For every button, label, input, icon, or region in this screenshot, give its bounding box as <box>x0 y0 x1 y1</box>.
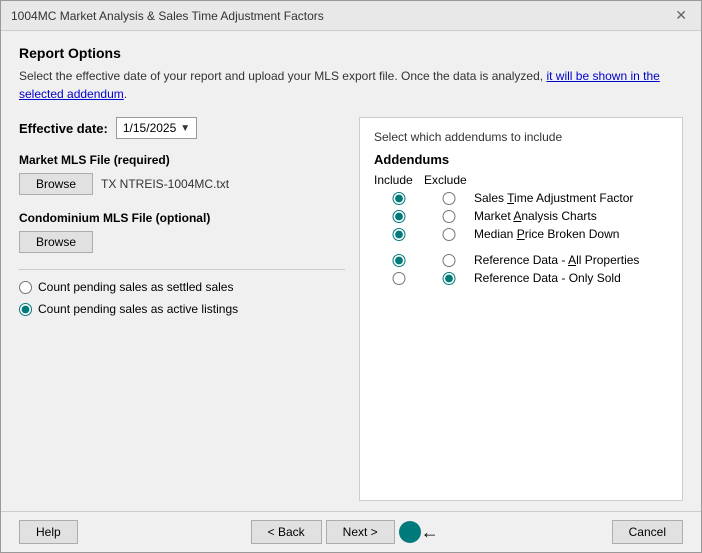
market-file-name: TX NTREIS-1004MC.txt <box>101 177 229 191</box>
addendum-row-market-charts: Market Analysis Charts <box>374 209 668 223</box>
addendum-sales-time-include[interactable] <box>374 192 424 205</box>
footer-center: < Back Next > ← <box>251 520 439 544</box>
right-panel-title: Select which addendums to include <box>374 130 668 144</box>
addendums-title: Addendums <box>374 152 668 167</box>
addendum-median-price-exclude[interactable] <box>424 228 474 241</box>
addendum-ref-all-include[interactable] <box>374 254 424 267</box>
addendum-median-price-include[interactable] <box>374 228 424 241</box>
addendums-header: Include Exclude <box>374 173 668 187</box>
market-mls-title: Market MLS File (required) <box>19 153 345 167</box>
addendum-market-charts-label: Market Analysis Charts <box>474 209 668 223</box>
condo-mls-section: Condominium MLS File (optional) Browse <box>19 211 345 253</box>
back-button[interactable]: < Back <box>251 520 322 544</box>
addendum-sales-time-label: Sales Time Adjustment Factor <box>474 191 668 205</box>
divider <box>19 269 345 270</box>
addendum-ref-sold-exclude[interactable] <box>424 272 474 285</box>
footer: Help < Back Next > ← Cancel <box>1 511 701 552</box>
condo-browse-button[interactable]: Browse <box>19 231 93 253</box>
effective-date-row: Effective date: 1/15/2025 ▼ <box>19 117 345 139</box>
radio-pending-active[interactable]: Count pending sales as active listings <box>19 302 345 316</box>
help-button[interactable]: Help <box>19 520 78 544</box>
addendum-ref-all-label: Reference Data - All Properties <box>474 253 668 267</box>
main-window: 1004MC Market Analysis & Sales Time Adju… <box>0 0 702 553</box>
next-indicator <box>399 521 421 543</box>
market-browse-button[interactable]: Browse <box>19 173 93 195</box>
radio-pending-active-input[interactable] <box>19 303 32 316</box>
left-panel: Effective date: 1/15/2025 ▼ Market MLS F… <box>19 117 359 501</box>
condo-mls-title: Condominium MLS File (optional) <box>19 211 345 225</box>
radio-pending-settled-label: Count pending sales as settled sales <box>38 280 233 294</box>
addendum-market-charts-include[interactable] <box>374 210 424 223</box>
right-panel: Select which addendums to include Addend… <box>359 117 683 501</box>
cancel-button[interactable]: Cancel <box>612 520 683 544</box>
addendum-row-ref-all: Reference Data - All Properties <box>374 253 668 267</box>
addendum-ref-sold-label: Reference Data - Only Sold <box>474 271 668 285</box>
col-include-label: Include <box>374 173 424 187</box>
addendum-row-sales-time: Sales Time Adjustment Factor <box>374 191 668 205</box>
radio-pending-settled[interactable]: Count pending sales as settled sales <box>19 280 345 294</box>
description-text: Select the effective date of your report… <box>19 67 683 103</box>
addendum-row-ref-sold: Reference Data - Only Sold <box>374 271 668 285</box>
effective-date-value: 1/15/2025 <box>123 121 176 135</box>
close-button[interactable]: ✕ <box>671 7 691 24</box>
next-button[interactable]: Next > <box>326 520 395 544</box>
separator <box>374 245 668 253</box>
col-name-label <box>474 173 668 187</box>
radio-pending-settled-input[interactable] <box>19 281 32 294</box>
addendum-market-charts-exclude[interactable] <box>424 210 474 223</box>
addendum-ref-sold-include[interactable] <box>374 272 424 285</box>
content-area: Report Options Select the effective date… <box>1 31 701 511</box>
condo-browse-row: Browse <box>19 231 345 253</box>
market-browse-row: Browse TX NTREIS-1004MC.txt <box>19 173 345 195</box>
pending-sales-options: Count pending sales as settled sales Cou… <box>19 280 345 316</box>
chevron-down-icon: ▼ <box>180 123 190 134</box>
addendum-sales-time-exclude[interactable] <box>424 192 474 205</box>
addendum-ref-all-exclude[interactable] <box>424 254 474 267</box>
effective-date-input[interactable]: 1/15/2025 ▼ <box>116 117 197 139</box>
effective-date-label: Effective date: <box>19 121 108 136</box>
title-bar: 1004MC Market Analysis & Sales Time Adju… <box>1 1 701 31</box>
cursor-icon: ← <box>421 522 439 543</box>
main-area: Effective date: 1/15/2025 ▼ Market MLS F… <box>19 117 683 501</box>
next-btn-wrapper: Next > ← <box>326 520 439 544</box>
addendum-median-price-label: Median Price Broken Down <box>474 227 668 241</box>
radio-pending-active-label: Count pending sales as active listings <box>38 302 238 316</box>
col-exclude-label: Exclude <box>424 173 474 187</box>
page-title: Report Options <box>19 45 683 61</box>
addendum-row-median-price: Median Price Broken Down <box>374 227 668 241</box>
window-title: 1004MC Market Analysis & Sales Time Adju… <box>11 9 324 23</box>
market-mls-section: Market MLS File (required) Browse TX NTR… <box>19 153 345 195</box>
